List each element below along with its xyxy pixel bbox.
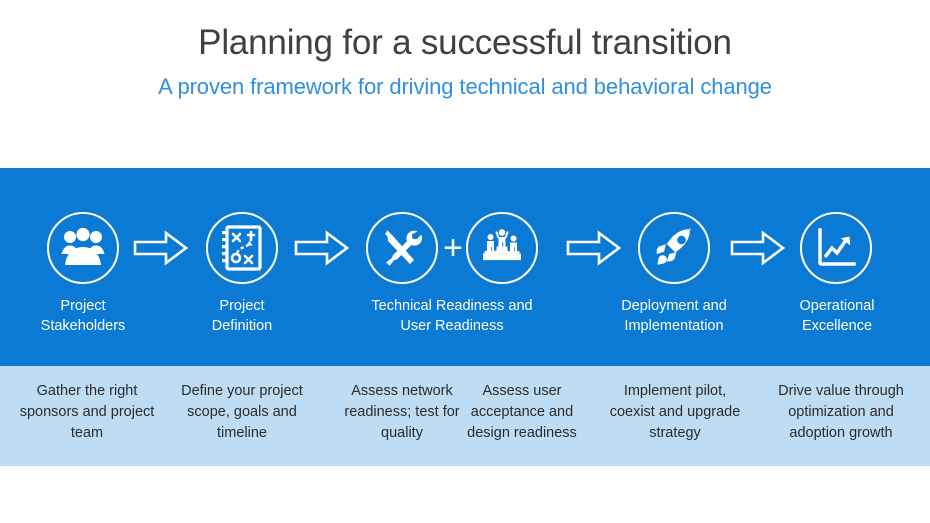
stage-label-line2: Implementation [624,318,724,334]
stage-icon-deployment-implementation[interactable] [638,212,710,284]
arrow-icon-2 [294,230,350,266]
stage-label-line2: Definition [211,318,273,334]
stage-label-operational-excellence: Operational Excellence [757,296,917,336]
stage-label-line1: Technical Readiness and [371,298,533,314]
page-subtitle: A proven framework for driving technical… [158,74,772,99]
stage-label-line2: Stakeholders [40,318,126,334]
slide-header: Planning for a successful transition A p… [0,0,930,168]
strategy-playbook-icon [222,225,262,271]
stage-label-project-definition: Project Definition [162,296,322,336]
stage-label-line1: Project [60,298,106,314]
stage-icon-project-stakeholders[interactable] [47,212,119,284]
plus-connector-icon: + [443,229,463,267]
description-technical-readiness: Assess network readiness; test for quali… [344,383,460,441]
arrow-icon-3 [566,230,622,266]
footer-spacer [0,466,930,523]
stage-label-line1: Deployment and [621,298,727,314]
stage-icon-project-definition[interactable] [206,212,278,284]
description-project-definition: Define your project scope, goals and tim… [181,383,303,441]
page-title: Planning for a successful transition [198,23,732,62]
tools-icon [385,230,423,266]
right-arrow-icon [133,230,189,266]
stage-label-deployment-implementation: Deployment and Implementation [594,296,754,336]
arrow-icon-1 [133,230,189,266]
process-band: Project Stakeholders Project Definition … [0,168,930,366]
rocket-icon [656,227,692,265]
stage-label-line1: Operational [799,298,875,314]
description-operational-excellence: Drive value through optimization and ado… [778,383,904,441]
stage-label-line2: User Readiness [400,318,504,334]
right-arrow-icon [566,230,622,266]
arrow-icon-4 [730,230,786,266]
description-band: Gather the right sponsors and project te… [0,366,930,466]
stage-icon-technical-readiness[interactable] [366,212,438,284]
description-user-readiness: Assess user acceptance and design readin… [467,383,577,441]
right-arrow-icon [730,230,786,266]
stage-label-technical-readiness: Technical Readiness and User Readiness [341,296,563,336]
stage-label-line2: Excellence [801,318,873,334]
right-arrow-icon [294,230,350,266]
growth-chart-icon [818,228,856,266]
podium-people-icon [483,229,521,261]
stage-label-line1: Project [219,298,265,314]
description-deployment-implementation: Implement pilot, coexist and upgrade str… [609,383,741,441]
stage-icon-operational-excellence[interactable] [800,212,872,284]
stage-icon-user-readiness[interactable] [466,212,538,284]
description-project-stakeholders: Gather the right sponsors and project te… [19,383,155,441]
stage-label-project-stakeholders: Project Stakeholders [3,296,163,336]
people-group-icon [61,228,105,265]
